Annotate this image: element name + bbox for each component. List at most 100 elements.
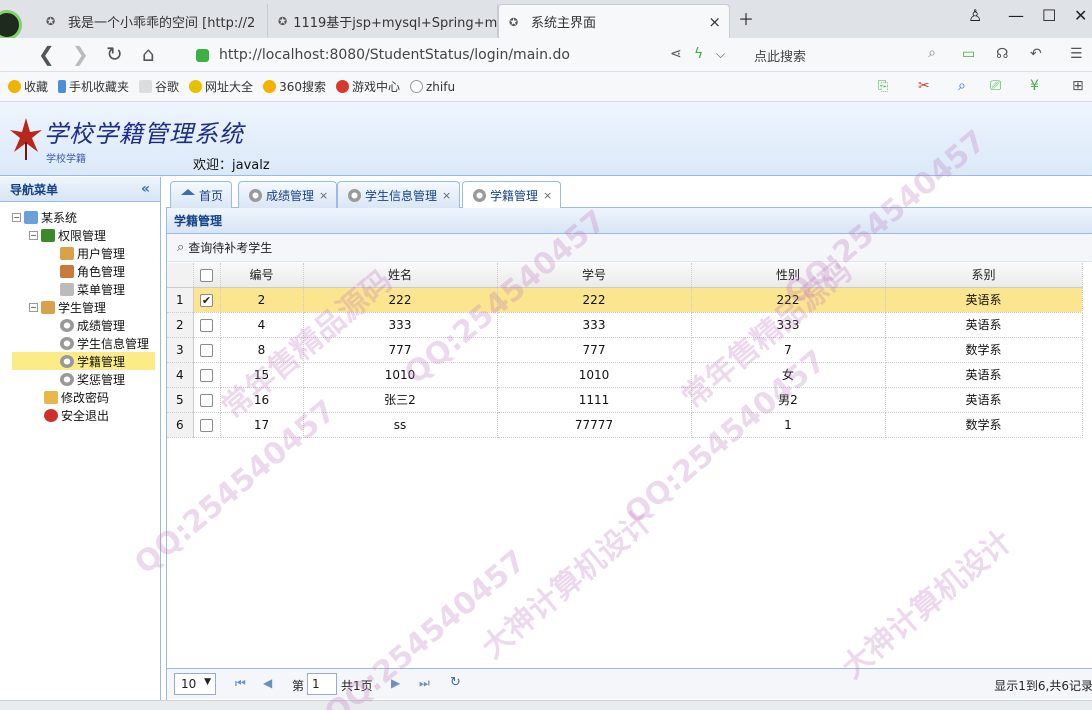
row-checkbox[interactable]: [200, 343, 213, 357]
column-header[interactable]: 系别: [885, 263, 1083, 288]
page-icon: [139, 80, 153, 93]
home-icon[interactable]: ⌂: [142, 42, 155, 66]
tab-home[interactable]: 首页: [170, 181, 233, 208]
tab-student-info[interactable]: 学生信息管理 ×: [337, 181, 461, 208]
table-row[interactable]: 3 8 777 777 7 数学系: [167, 337, 1083, 363]
bookmark-favorites[interactable]: 收藏: [8, 78, 48, 95]
row-select-cell[interactable]: [193, 362, 221, 388]
tree-node-role-mgmt[interactable]: 角色管理: [60, 262, 125, 280]
tab-grades[interactable]: 成绩管理 ×: [238, 181, 338, 208]
gamepad-icon[interactable]: ⎚: [990, 78, 1001, 94]
back-icon[interactable]: ❮: [38, 42, 55, 66]
headphones-icon[interactable]: ☊: [996, 46, 1008, 62]
tree-node-student-info[interactable]: 学生信息管理: [60, 334, 149, 352]
browser-tab-2[interactable]: ✪ 1119基于jsp+mysql+Spring+m: [268, 4, 498, 38]
column-header[interactable]: 学号: [497, 263, 692, 288]
reload-icon[interactable]: ↻: [106, 42, 123, 66]
url-field[interactable]: http://localhost:8080/StudentStatus/logi…: [196, 43, 736, 67]
tree-node-root[interactable]: − 某系统: [12, 208, 77, 226]
forward-icon[interactable]: ❯: [72, 42, 89, 66]
last-page-icon[interactable]: ⏭: [419, 676, 430, 691]
page-label: 第: [292, 679, 305, 693]
close-tab-icon[interactable]: ×: [543, 189, 552, 202]
tree-node-rewards[interactable]: 奖惩管理: [60, 370, 125, 388]
table-cell: 1010: [303, 362, 498, 388]
close-tab-icon[interactable]: ×: [319, 189, 328, 202]
close-tab-icon[interactable]: ×: [442, 189, 451, 202]
scissors-icon[interactable]: ✂: [918, 78, 930, 94]
row-checkbox[interactable]: [200, 418, 213, 432]
select-all-checkbox[interactable]: [200, 268, 213, 282]
bookmark-zhifu[interactable]: zhifu: [409, 80, 455, 94]
page-size-select[interactable]: 10 ▼: [174, 673, 216, 695]
new-tab-icon[interactable]: ＋: [738, 6, 754, 30]
shirt-skin-icon[interactable]: ♙: [968, 6, 982, 25]
tree-node-user-mgmt[interactable]: 用户管理: [60, 244, 125, 262]
tree-node-student[interactable]: − 学生管理: [29, 298, 106, 316]
tree-node-permission[interactable]: − 权限管理: [29, 226, 106, 244]
column-header[interactable]: 姓名: [303, 263, 498, 288]
first-page-icon[interactable]: ⏮: [235, 676, 246, 691]
row-checkbox[interactable]: [200, 318, 213, 332]
close-tab-icon[interactable]: ×: [708, 13, 721, 31]
row-select-cell[interactable]: [193, 412, 221, 438]
minimize-icon[interactable]: —: [1008, 6, 1024, 25]
table-row[interactable]: 1 ✔ 2 222 222 222 英语系: [167, 287, 1083, 313]
home-icon: [24, 210, 38, 224]
row-select-cell[interactable]: [193, 387, 221, 413]
table-cell: 333: [303, 312, 498, 338]
row-checkbox[interactable]: [200, 368, 213, 382]
battery-icon[interactable]: ▭: [962, 46, 975, 62]
table-row[interactable]: 4 15 1010 1010 女 英语系: [167, 362, 1083, 388]
column-header[interactable]: 编号: [220, 263, 304, 288]
bookmark-google[interactable]: 谷歌: [139, 78, 179, 95]
select-all-header[interactable]: [193, 263, 221, 288]
money-icon[interactable]: ¥: [1030, 78, 1039, 94]
bookmark-360[interactable]: 360搜索: [263, 78, 326, 95]
tab-status-mgmt[interactable]: 学籍管理 ×: [462, 181, 562, 209]
table-row[interactable]: 6 17 ss 77777 1 数学系: [167, 412, 1083, 438]
maximize-icon[interactable]: ☐: [1042, 6, 1056, 25]
row-checkbox[interactable]: ✔: [200, 293, 213, 307]
menu-icon[interactable]: ☰: [1070, 46, 1083, 62]
next-page-icon[interactable]: ▶: [391, 676, 400, 690]
row-select-cell[interactable]: [193, 312, 221, 338]
page-number-input[interactable]: 1: [307, 673, 337, 695]
bookmark-hao[interactable]: 网址大全: [189, 78, 253, 95]
close-window-icon[interactable]: ✕: [1074, 6, 1087, 25]
share-icon[interactable]: ⋖: [670, 46, 682, 62]
chevron-down-icon[interactable]: ⌵: [716, 47, 725, 62]
search-input[interactable]: 点此搜索 ⌕: [748, 43, 944, 67]
table-cell: 222: [497, 287, 692, 313]
tab-favicon-icon: ✪: [278, 15, 288, 28]
extension-icon[interactable]: ⎘: [878, 79, 888, 94]
undo-icon[interactable]: ↶: [1030, 46, 1042, 62]
tree-toggle-icon[interactable]: −: [29, 302, 38, 312]
tree-node-logout[interactable]: 安全退出: [44, 406, 109, 424]
refresh-icon[interactable]: ↻: [450, 675, 461, 690]
browser-tab-1[interactable]: ✪ 我是一个小乖乖的空间 [http://2: [36, 4, 268, 38]
query-makeup-button[interactable]: 查询待补考学生: [188, 239, 272, 256]
tree-node-menu-mgmt[interactable]: 菜单管理: [60, 280, 125, 298]
collapse-sidebar-icon[interactable]: «: [141, 181, 150, 197]
row-select-cell[interactable]: ✔: [193, 287, 221, 313]
tree-node-status-mgmt[interactable]: 学籍管理: [12, 352, 155, 370]
gear-icon: [60, 372, 74, 386]
row-select-cell[interactable]: [193, 337, 221, 363]
browser-tab-active[interactable]: ✪ 系统主界面 ×: [498, 4, 730, 38]
prev-page-icon[interactable]: ◀: [263, 676, 272, 690]
tree-node-grades[interactable]: 成绩管理: [60, 316, 125, 334]
table-row[interactable]: 5 16 张三2 1111 男2 英语系: [167, 387, 1083, 413]
grid-icon[interactable]: ⊞: [1072, 78, 1084, 94]
row-checkbox[interactable]: [200, 393, 213, 407]
tree-toggle-icon[interactable]: −: [12, 212, 21, 222]
tree-node-change-password[interactable]: 修改密码: [44, 388, 109, 406]
column-header[interactable]: 性别: [691, 263, 886, 288]
lightning-icon[interactable]: ϟ: [694, 46, 703, 62]
table-cell: ss: [303, 412, 498, 438]
magnifier-icon[interactable]: ⌕: [958, 78, 966, 94]
bookmark-games[interactable]: 游戏中心: [335, 78, 400, 95]
table-row[interactable]: 2 4 333 333 333 英语系: [167, 312, 1083, 338]
tree-toggle-icon[interactable]: −: [29, 230, 38, 240]
bookmark-mobile[interactable]: 手机收藏夹: [58, 78, 129, 95]
